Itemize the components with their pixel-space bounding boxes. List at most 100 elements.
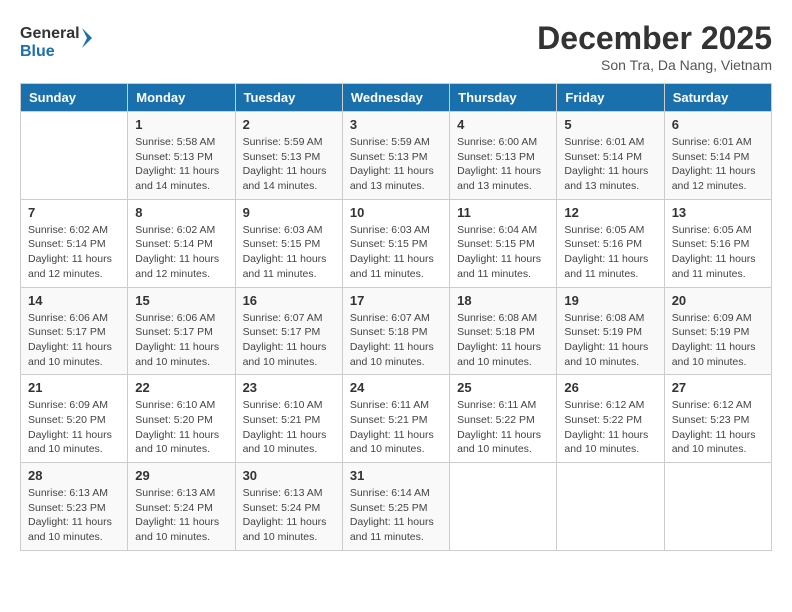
day-cell-6: 6Sunrise: 6:01 AMSunset: 5:14 PMDaylight…: [664, 112, 771, 200]
day-info: Sunrise: 6:03 AMSunset: 5:15 PMDaylight:…: [350, 223, 442, 282]
day-number: 14: [28, 293, 120, 308]
header-monday: Monday: [128, 84, 235, 112]
empty-cell: [21, 112, 128, 200]
day-cell-19: 19Sunrise: 6:08 AMSunset: 5:19 PMDayligh…: [557, 287, 664, 375]
day-number: 21: [28, 380, 120, 395]
day-number: 4: [457, 117, 549, 132]
day-cell-27: 27 Sunrise: 6:12 AMSunset: 5:23 PMDayligh…: [664, 375, 771, 463]
day-cell-12: 12 Sunrise: 6:05 AMSunset: 5:16 PMDayligh…: [557, 199, 664, 287]
header-friday: Friday: [557, 84, 664, 112]
day-info: Sunrise: 6:06 AMSunset: 5:17 PMDaylight:…: [135, 311, 227, 370]
day-cell-15: 15Sunrise: 6:06 AMSunset: 5:17 PMDayligh…: [128, 287, 235, 375]
day-number: 22: [135, 380, 227, 395]
day-info: Sunrise: 5:58 AMSunset: 5:13 PMDaylight:…: [135, 135, 227, 194]
day-number: 13: [672, 205, 764, 220]
day-number: 28: [28, 468, 120, 483]
calendar-table: SundayMondayTuesdayWednesdayThursdayFrid…: [20, 83, 772, 551]
logo-svg: GeneralBlue: [20, 20, 100, 60]
day-cell-3: 3Sunrise: 5:59 AMSunset: 5:13 PMDaylight…: [342, 112, 449, 200]
day-cell-21: 21 Sunrise: 6:09 AMSunset: 5:20 PMDayligh…: [21, 375, 128, 463]
day-info: Sunrise: 6:12 AMSunset: 5:23 PMDaylight:…: [672, 398, 764, 457]
title-block: December 2025 Son Tra, Da Nang, Vietnam: [537, 20, 772, 73]
header-thursday: Thursday: [450, 84, 557, 112]
day-info: Sunrise: 6:07 AMSunset: 5:18 PMDaylight:…: [350, 311, 442, 370]
day-number: 30: [243, 468, 335, 483]
day-info: Sunrise: 6:08 AMSunset: 5:19 PMDaylight:…: [564, 311, 656, 370]
header-wednesday: Wednesday: [342, 84, 449, 112]
day-cell-28: 28 Sunrise: 6:13 AMSunset: 5:23 PMDayligh…: [21, 463, 128, 551]
day-cell-16: 16 Sunrise: 6:07 AMSunset: 5:17 PMDayligh…: [235, 287, 342, 375]
day-cell-14: 14 Sunrise: 6:06 AMSunset: 5:17 PMDayligh…: [21, 287, 128, 375]
day-number: 17: [350, 293, 442, 308]
day-number: 26: [564, 380, 656, 395]
day-cell-4: 4 Sunrise: 6:00 AMSunset: 5:13 PMDaylight…: [450, 112, 557, 200]
day-number: 29: [135, 468, 227, 483]
week-row-5: 28 Sunrise: 6:13 AMSunset: 5:23 PMDayligh…: [21, 463, 772, 551]
empty-cell: [450, 463, 557, 551]
day-info: Sunrise: 6:10 AMSunset: 5:21 PMDaylight:…: [243, 398, 335, 457]
day-info: Sunrise: 6:04 AMSunset: 5:15 PMDaylight:…: [457, 223, 549, 282]
day-number: 10: [350, 205, 442, 220]
day-info: Sunrise: 6:13 AMSunset: 5:24 PMDaylight:…: [135, 486, 227, 545]
day-cell-2: 2Sunrise: 5:59 AMSunset: 5:13 PMDaylight…: [235, 112, 342, 200]
day-info: Sunrise: 6:08 AMSunset: 5:18 PMDaylight:…: [457, 311, 549, 370]
day-number: 16: [243, 293, 335, 308]
week-row-2: 7 Sunrise: 6:02 AMSunset: 5:14 PMDaylight…: [21, 199, 772, 287]
day-cell-13: 13 Sunrise: 6:05 AMSunset: 5:16 PMDayligh…: [664, 199, 771, 287]
day-info: Sunrise: 6:13 AMSunset: 5:23 PMDaylight:…: [28, 486, 120, 545]
day-info: Sunrise: 6:03 AMSunset: 5:15 PMDaylight:…: [243, 223, 335, 282]
day-info: Sunrise: 6:06 AMSunset: 5:17 PMDaylight:…: [28, 311, 120, 370]
day-cell-11: 11 Sunrise: 6:04 AMSunset: 5:15 PMDayligh…: [450, 199, 557, 287]
day-cell-29: 29 Sunrise: 6:13 AMSunset: 5:24 PMDayligh…: [128, 463, 235, 551]
day-cell-30: 30 Sunrise: 6:13 AMSunset: 5:24 PMDayligh…: [235, 463, 342, 551]
day-number: 11: [457, 205, 549, 220]
day-info: Sunrise: 6:12 AMSunset: 5:22 PMDaylight:…: [564, 398, 656, 457]
day-info: Sunrise: 6:07 AMSunset: 5:17 PMDaylight:…: [243, 311, 335, 370]
header-tuesday: Tuesday: [235, 84, 342, 112]
day-number: 5: [564, 117, 656, 132]
week-row-4: 21 Sunrise: 6:09 AMSunset: 5:20 PMDayligh…: [21, 375, 772, 463]
day-number: 8: [135, 205, 227, 220]
day-cell-5: 5 Sunrise: 6:01 AMSunset: 5:14 PMDaylight…: [557, 112, 664, 200]
week-row-1: 1 Sunrise: 5:58 AMSunset: 5:13 PMDaylight…: [21, 112, 772, 200]
month-title: December 2025: [537, 20, 772, 57]
day-cell-31: 31 Sunrise: 6:14 AMSunset: 5:25 PMDayligh…: [342, 463, 449, 551]
day-number: 3: [350, 117, 442, 132]
day-info: Sunrise: 6:02 AMSunset: 5:14 PMDaylight:…: [135, 223, 227, 282]
day-number: 9: [243, 205, 335, 220]
day-cell-25: 25 Sunrise: 6:11 AMSunset: 5:22 PMDayligh…: [450, 375, 557, 463]
day-number: 23: [243, 380, 335, 395]
day-number: 2: [243, 117, 335, 132]
day-cell-20: 20Sunrise: 6:09 AMSunset: 5:19 PMDayligh…: [664, 287, 771, 375]
day-number: 12: [564, 205, 656, 220]
day-info: Sunrise: 6:00 AMSunset: 5:13 PMDaylight:…: [457, 135, 549, 194]
day-number: 25: [457, 380, 549, 395]
day-info: Sunrise: 6:02 AMSunset: 5:14 PMDaylight:…: [28, 223, 120, 282]
week-row-3: 14 Sunrise: 6:06 AMSunset: 5:17 PMDayligh…: [21, 287, 772, 375]
svg-text:General: General: [20, 25, 80, 42]
day-cell-23: 23 Sunrise: 6:10 AMSunset: 5:21 PMDayligh…: [235, 375, 342, 463]
day-info: Sunrise: 6:05 AMSunset: 5:16 PMDaylight:…: [564, 223, 656, 282]
day-number: 1: [135, 117, 227, 132]
day-info: Sunrise: 6:14 AMSunset: 5:25 PMDaylight:…: [350, 486, 442, 545]
empty-cell: [557, 463, 664, 551]
day-info: Sunrise: 6:13 AMSunset: 5:24 PMDaylight:…: [243, 486, 335, 545]
day-number: 31: [350, 468, 442, 483]
day-number: 7: [28, 205, 120, 220]
logo: GeneralBlue: [20, 20, 100, 60]
calendar-body: 1 Sunrise: 5:58 AMSunset: 5:13 PMDaylight…: [21, 112, 772, 551]
day-info: Sunrise: 6:09 AMSunset: 5:20 PMDaylight:…: [28, 398, 120, 457]
day-info: Sunrise: 6:11 AMSunset: 5:22 PMDaylight:…: [457, 398, 549, 457]
day-number: 6: [672, 117, 764, 132]
day-info: Sunrise: 6:05 AMSunset: 5:16 PMDaylight:…: [672, 223, 764, 282]
header-saturday: Saturday: [664, 84, 771, 112]
header-row: SundayMondayTuesdayWednesdayThursdayFrid…: [21, 84, 772, 112]
day-number: 27: [672, 380, 764, 395]
day-number: 18: [457, 293, 549, 308]
day-cell-17: 17 Sunrise: 6:07 AMSunset: 5:18 PMDayligh…: [342, 287, 449, 375]
day-info: Sunrise: 6:10 AMSunset: 5:20 PMDaylight:…: [135, 398, 227, 457]
day-cell-18: 18 Sunrise: 6:08 AMSunset: 5:18 PMDayligh…: [450, 287, 557, 375]
day-info: Sunrise: 6:01 AMSunset: 5:14 PMDaylight:…: [564, 135, 656, 194]
day-number: 20: [672, 293, 764, 308]
day-cell-8: 8 Sunrise: 6:02 AMSunset: 5:14 PMDaylight…: [128, 199, 235, 287]
